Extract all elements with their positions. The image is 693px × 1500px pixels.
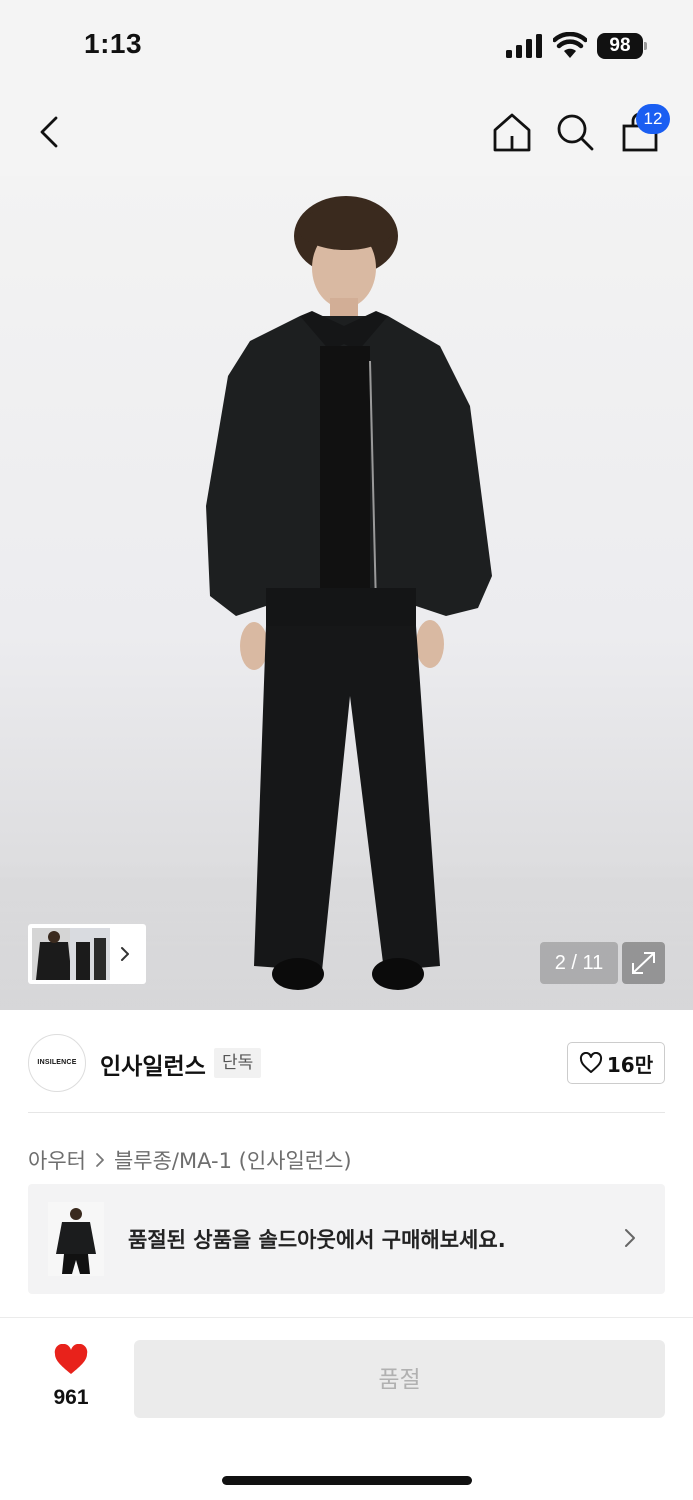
battery-level: 98	[597, 33, 643, 59]
breadcrumb-subcategory[interactable]: 블루종/MA-1 (인사일런스)	[114, 1145, 352, 1175]
home-indicator	[222, 1476, 472, 1485]
bottom-bar-divider	[0, 1317, 693, 1318]
image-thumbnail-strip[interactable]	[28, 924, 146, 984]
search-icon[interactable]	[553, 110, 597, 154]
product-image[interactable]: 2 / 11	[0, 176, 693, 1010]
wishlist-button[interactable]: 961	[36, 1340, 106, 1410]
chevron-right-icon	[625, 1229, 635, 1247]
home-icon[interactable]	[490, 110, 534, 154]
status-bar: 1:13 98	[0, 0, 693, 90]
banner-figure	[48, 1202, 104, 1276]
brand-name[interactable]: 인사일런스	[100, 1047, 206, 1081]
exclusive-tag: 단독	[214, 1048, 262, 1078]
breadcrumb-category[interactable]: 아우터	[28, 1145, 86, 1175]
soldout-purchase-button[interactable]: 품절	[134, 1340, 665, 1418]
brand-logo[interactable]: INSILENCE	[28, 1034, 86, 1092]
brand-row: INSILENCE 인사일런스 단독 16만	[28, 1034, 665, 1092]
soldout-banner[interactable]: 품절된 상품을 솔드아웃에서 구매해보세요.	[28, 1184, 665, 1294]
banner-product-thumbnail	[48, 1202, 104, 1276]
section-divider	[28, 1112, 665, 1113]
brand-like-count: 16만	[606, 1052, 654, 1077]
status-time: 1:13	[84, 28, 143, 59]
back-icon[interactable]	[28, 110, 72, 154]
thumbnail-figure	[70, 928, 110, 980]
battery-tip	[644, 42, 647, 50]
chevron-right-icon	[96, 1153, 104, 1167]
wifi-icon	[553, 32, 587, 58]
chevron-right-icon	[121, 947, 129, 961]
expand-icon[interactable]	[622, 942, 665, 984]
top-navigation	[0, 90, 693, 176]
breadcrumb: 아우터 블루종/MA-1 (인사일런스)	[28, 1145, 352, 1175]
heart-outline-icon	[579, 1052, 602, 1073]
thumbnail-image[interactable]	[70, 928, 110, 980]
cellular-signal-icon	[506, 34, 542, 58]
cart-count-badge: 12	[636, 104, 670, 134]
image-page-counter: 2 / 11	[540, 942, 618, 984]
heart-filled-icon	[54, 1343, 88, 1374]
model-figure	[206, 196, 492, 990]
soldout-banner-text: 품절된 상품을 솔드아웃에서 구매해보세요.	[128, 1228, 506, 1252]
battery-indicator: 98	[597, 33, 647, 59]
brand-like-button[interactable]: 16만	[567, 1042, 665, 1084]
wishlist-count: 961	[53, 1386, 89, 1409]
